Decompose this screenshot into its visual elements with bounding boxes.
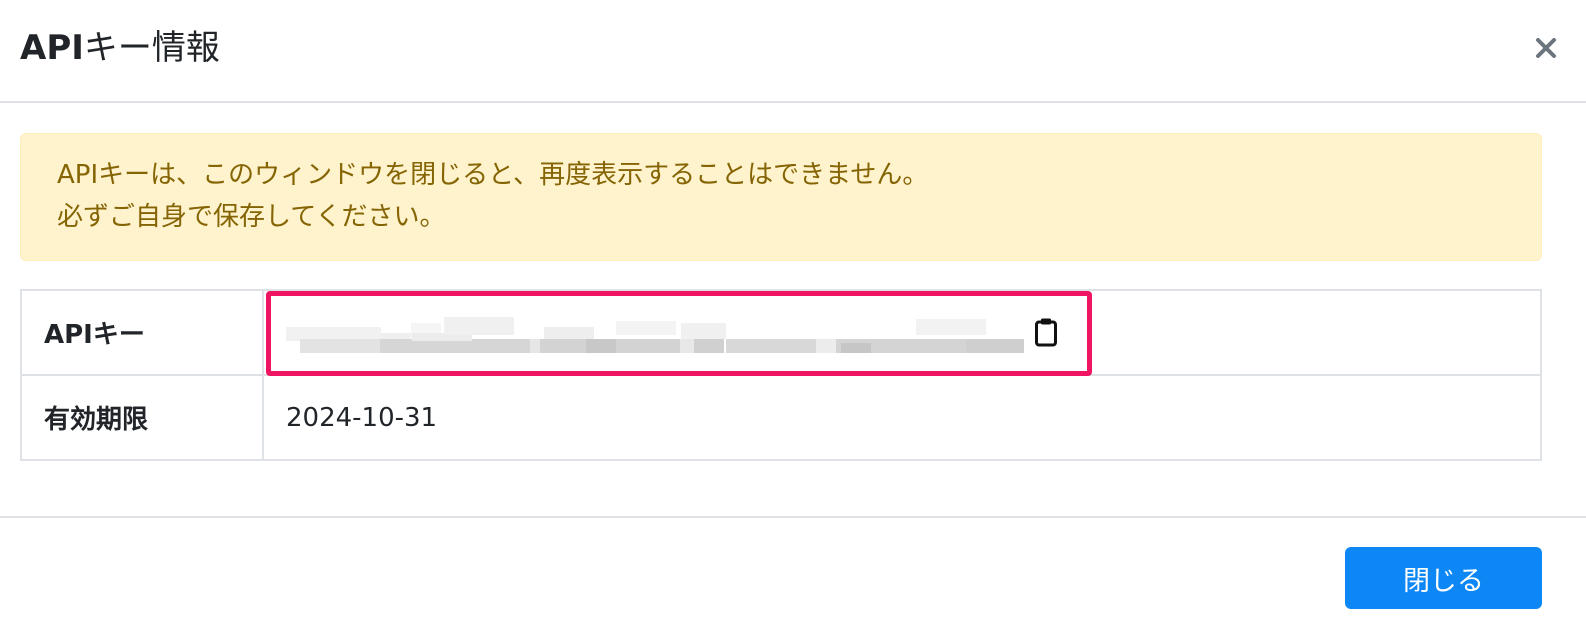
alert-line-1: APIキーは、このウィンドウを閉じると、再度表示することはできません。 (57, 160, 929, 190)
clipboard-icon (1035, 318, 1057, 346)
copy-api-key-button[interactable] (1032, 317, 1060, 349)
close-icon (1536, 38, 1556, 58)
expiry-value: 2024-10-31 (262, 374, 1542, 461)
expiry-label: 有効期限 (20, 374, 264, 461)
warning-alert: APIキーは、このウィンドウを閉じると、再度表示することはできません。 必ずご自… (20, 133, 1542, 261)
api-key-label: APIキー (20, 289, 264, 376)
close-button[interactable]: 閉じる (1345, 547, 1542, 609)
table-row-api-key: APIキー (20, 289, 1542, 376)
modal-header: APIキー情報 (0, 0, 1586, 103)
table-row-expiry: 有効期限 2024-10-31 (20, 374, 1542, 461)
modal-title-bold: API (20, 28, 84, 68)
api-key-info-table: APIキー 有効期限 2024-10-31 (20, 289, 1542, 461)
modal-close-button[interactable] (1534, 30, 1564, 66)
api-key-modal: APIキー情報 APIキーは、このウィンドウを閉じると、再度表示することはできま… (0, 0, 1586, 630)
modal-title-rest: キー情報 (83, 28, 220, 68)
modal-title: APIキー情報 (20, 26, 220, 70)
modal-footer: 閉じる (0, 516, 1586, 630)
api-key-cell (262, 289, 1542, 376)
alert-line-2: 必ずご自身で保存してください。 (57, 202, 446, 232)
masked-api-key[interactable] (286, 313, 1024, 353)
